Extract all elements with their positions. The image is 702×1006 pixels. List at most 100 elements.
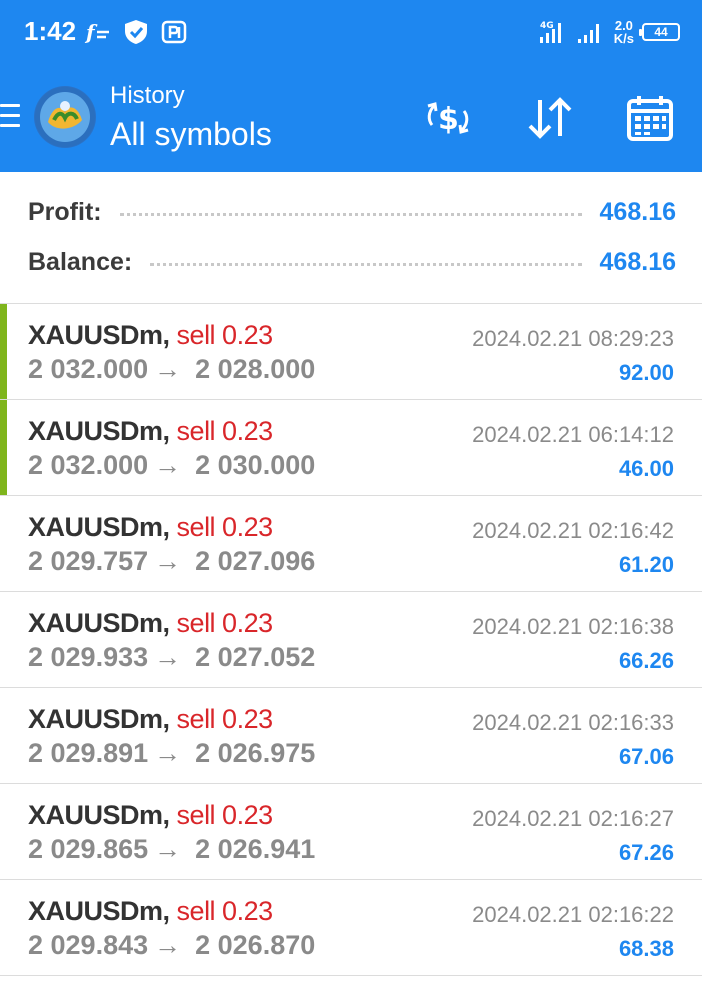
signal-4g-icon: 4G (539, 21, 561, 43)
trade-type: sell 0.23 (176, 896, 274, 926)
trade-history-list: XAUUSDm, sell 0.23 2 032.000 → 2 028.000 202… (0, 304, 702, 976)
signal-icon (577, 24, 599, 43)
trade-symbol-line: XAUUSDm, sell 0.23 (28, 800, 273, 831)
trade-profit: 67.26 (618, 840, 674, 865)
sort-icon[interactable] (524, 92, 576, 144)
trade-symbol: XAUUSDm, (28, 320, 170, 350)
profit-value: 468.16 (599, 197, 676, 226)
deposit-dollar-icon[interactable]: $ (422, 92, 474, 144)
price-arrow-icon: → (154, 642, 182, 672)
trade-row[interactable]: XAUUSDm, sell 0.23 2 029.865 → 2 026.941 202… (0, 784, 702, 880)
profit-leader-dots (119, 212, 582, 216)
screen-title: History (110, 82, 185, 109)
symbol-filter[interactable]: All symbols (110, 116, 272, 153)
price-arrow-icon: → (154, 834, 182, 864)
trade-row[interactable]: XAUUSDm, sell 0.23 2 029.891 → 2 026.975 202… (0, 688, 702, 784)
trade-symbol-line: XAUUSDm, sell 0.23 (28, 320, 273, 351)
open-price: 2 029.843 (28, 930, 149, 960)
svg-text:4G: 4G (540, 21, 554, 31)
close-price: 2 026.941 (195, 834, 316, 864)
trade-symbol: XAUUSDm, (28, 512, 170, 542)
close-price: 2 027.096 (195, 546, 316, 576)
open-price: 2 029.891 (28, 738, 149, 768)
trade-symbol: XAUUSDm, (28, 704, 170, 734)
trade-type: sell 0.23 (176, 800, 274, 830)
trade-profit: 66.26 (618, 648, 674, 673)
battery-icon: 44 (639, 23, 680, 41)
trade-type: sell 0.23 (176, 704, 274, 734)
trade-time: 2024.02.21 02:16:22 (472, 902, 674, 927)
close-price: 2 026.975 (195, 738, 316, 768)
svg-text:f: f (84, 20, 98, 44)
profit-label: Profit: (28, 197, 102, 226)
trade-row[interactable]: XAUUSDm, sell 0.23 2 029.757 → 2 027.096 202… (0, 496, 702, 592)
battery-level: 44 (654, 25, 668, 39)
trade-time: 2024.02.21 02:16:42 (472, 518, 674, 543)
close-price: 2 027.052 (195, 642, 316, 672)
trade-prices: 2 029.891 → 2 026.975 (28, 738, 315, 769)
trade-prices: 2 029.865 → 2 026.941 (28, 834, 315, 865)
net-speed: 2.0 K/s (614, 19, 634, 45)
price-arrow-icon: → (154, 930, 182, 960)
trade-symbol-line: XAUUSDm, sell 0.23 (28, 608, 273, 639)
calendar-icon[interactable] (624, 92, 676, 144)
trade-prices: 2 032.000 → 2 030.000 (28, 450, 315, 481)
trade-time: 2024.02.21 08:29:23 (472, 326, 674, 351)
balance-value: 468.16 (599, 247, 676, 276)
menu-icon[interactable] (0, 104, 20, 130)
net-speed-unit: K/s (613, 31, 634, 46)
trade-symbol: XAUUSDm, (28, 416, 170, 446)
open-price: 2 029.933 (28, 642, 149, 672)
close-price: 2 026.870 (195, 930, 316, 960)
price-arrow-icon: → (154, 738, 182, 768)
status-bar: 1:42 f 4G 2.0 K/s 44 (0, 0, 702, 64)
svg-text:$: $ (438, 102, 459, 137)
open-price: 2 032.000 (28, 450, 149, 480)
price-arrow-icon: → (154, 354, 182, 384)
balance-row: Balance: 468.16 (28, 242, 676, 282)
trade-symbol-line: XAUUSDm, sell 0.23 (28, 704, 273, 735)
close-price: 2 028.000 (195, 354, 316, 384)
trade-indicator-bar (0, 400, 7, 495)
trade-symbol: XAUUSDm, (28, 608, 170, 638)
trade-row[interactable]: XAUUSDm, sell 0.23 2 032.000 → 2 030.000 202… (0, 400, 702, 496)
trade-time: 2024.02.21 06:14:12 (472, 422, 674, 447)
open-price: 2 032.000 (28, 354, 149, 384)
trade-prices: 2 029.933 → 2 027.052 (28, 642, 315, 673)
trade-time: 2024.02.21 02:16:38 (472, 614, 674, 639)
trade-symbol-line: XAUUSDm, sell 0.23 (28, 416, 273, 447)
trade-profit: 92.00 (618, 360, 674, 385)
trade-time: 2024.02.21 02:16:33 (472, 710, 674, 735)
trade-prices: 2 029.843 → 2 026.870 (28, 930, 315, 961)
account-summary: Profit: 468.16 Balance: 468.16 (0, 172, 702, 304)
app-header: 1:42 f 4G 2.0 K/s 44 History All symbols… (0, 0, 702, 172)
trade-row[interactable]: XAUUSDm, sell 0.23 2 032.000 → 2 028.000 202… (0, 304, 702, 400)
status-time: 1:42 (24, 16, 77, 46)
trade-type: sell 0.23 (176, 512, 274, 542)
trade-row[interactable]: XAUUSDm, sell 0.23 2 029.843 → 2 026.870 202… (0, 880, 702, 976)
trade-type: sell 0.23 (176, 320, 274, 350)
app-notification-icon: f (84, 20, 109, 44)
trade-profit: 68.38 (618, 936, 674, 961)
trade-profit: 46.00 (618, 456, 674, 481)
trade-symbol-line: XAUUSDm, sell 0.23 (28, 896, 273, 927)
open-price: 2 029.865 (28, 834, 149, 864)
trade-prices: 2 032.000 → 2 028.000 (28, 354, 315, 385)
trade-profit: 61.20 (618, 552, 674, 577)
price-arrow-icon: → (154, 450, 182, 480)
open-price: 2 029.757 (28, 546, 149, 576)
metatrader-logo-icon[interactable] (34, 86, 96, 148)
trade-time: 2024.02.21 02:16:27 (472, 806, 674, 831)
app-bar: History All symbols $ (0, 64, 702, 172)
trade-type: sell 0.23 (176, 608, 274, 638)
trade-indicator-bar (0, 304, 7, 399)
trade-symbol: XAUUSDm, (28, 800, 170, 830)
trade-type: sell 0.23 (176, 416, 274, 446)
trade-prices: 2 029.757 → 2 027.096 (28, 546, 315, 577)
trade-row[interactable]: XAUUSDm, sell 0.23 2 029.933 → 2 027.052 202… (0, 592, 702, 688)
trade-profit: 67.06 (618, 744, 674, 769)
price-arrow-icon: → (154, 546, 182, 576)
parking-app-icon (161, 20, 187, 44)
close-price: 2 030.000 (195, 450, 316, 480)
shield-icon (125, 20, 147, 44)
